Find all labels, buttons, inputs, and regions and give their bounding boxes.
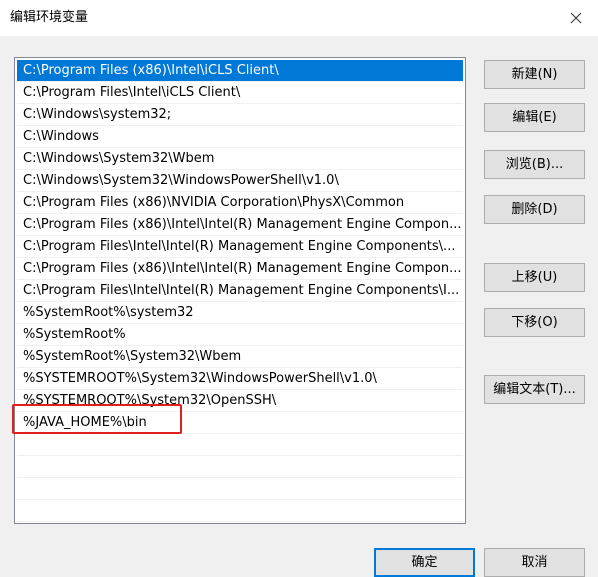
list-item[interactable]: C:\Program Files\Intel\iCLS Client\: [17, 82, 463, 104]
dialog-title: 编辑环境变量: [10, 10, 89, 25]
list-item-empty[interactable]: [17, 478, 463, 500]
new-button[interactable]: 新建(N): [484, 60, 585, 89]
list-item[interactable]: C:\Program Files (x86)\Intel\Intel(R) Ma…: [17, 214, 463, 236]
ok-button[interactable]: 确定: [374, 548, 475, 577]
list-item[interactable]: %SystemRoot%\System32\Wbem: [17, 346, 463, 368]
list-item[interactable]: C:\Program Files (x86)\NVIDIA Corporatio…: [17, 192, 463, 214]
list-item[interactable]: %SYSTEMROOT%\System32\WindowsPowerShell\…: [17, 368, 463, 390]
list-item[interactable]: C:\Program Files\Intel\Intel(R) Manageme…: [17, 280, 463, 302]
list-item[interactable]: C:\Program Files (x86)\Intel\iCLS Client…: [17, 60, 463, 82]
list-item[interactable]: C:\Windows: [17, 126, 463, 148]
list-item[interactable]: C:\Program Files (x86)\Intel\Intel(R) Ma…: [17, 258, 463, 280]
path-list[interactable]: C:\Program Files (x86)\Intel\iCLS Client…: [14, 57, 466, 524]
list-item-java-home[interactable]: %JAVA_HOME%\bin: [17, 412, 463, 434]
close-icon: [570, 12, 582, 24]
delete-button[interactable]: 删除(D): [484, 195, 585, 224]
list-item[interactable]: C:\Windows\System32\WindowsPowerShell\v1…: [17, 170, 463, 192]
edit-button[interactable]: 编辑(E): [484, 103, 585, 132]
list-item-empty[interactable]: [17, 434, 463, 456]
cancel-button[interactable]: 取消: [484, 548, 585, 577]
move-up-button[interactable]: 上移(U): [484, 263, 585, 292]
move-down-button[interactable]: 下移(O): [484, 308, 585, 337]
list-item[interactable]: C:\Windows\system32;: [17, 104, 463, 126]
close-button[interactable]: [554, 0, 598, 36]
browse-button[interactable]: 浏览(B)...: [484, 150, 585, 179]
list-item[interactable]: %SystemRoot%\system32: [17, 302, 463, 324]
list-item[interactable]: C:\Windows\System32\Wbem: [17, 148, 463, 170]
list-item[interactable]: %SYSTEMROOT%\System32\OpenSSH\: [17, 390, 463, 412]
list-item-empty[interactable]: [17, 456, 463, 478]
title-bar: 编辑环境变量: [0, 0, 598, 36]
edit-environment-variable-dialog: 编辑环境变量 C:\Program Files (x86)\Intel\iCLS…: [0, 0, 598, 577]
edit-text-button[interactable]: 编辑文本(T)...: [484, 375, 585, 404]
list-item[interactable]: %SystemRoot%: [17, 324, 463, 346]
list-item[interactable]: C:\Program Files\Intel\Intel(R) Manageme…: [17, 236, 463, 258]
list-item-empty[interactable]: [17, 500, 463, 522]
